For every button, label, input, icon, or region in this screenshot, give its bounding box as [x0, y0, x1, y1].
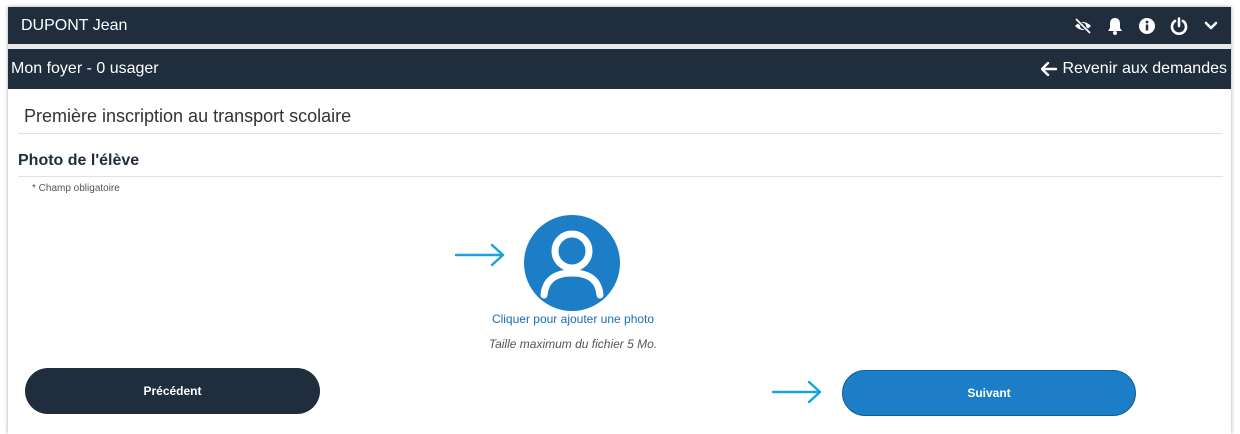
household-label: Mon foyer - 0 usager	[11, 60, 159, 77]
page-title: Première inscription au transport scolai…	[18, 106, 1223, 134]
section-title: Photo de l'élève	[18, 152, 1223, 177]
max-file-size: Taille maximum du fichier 5 Mo.	[488, 337, 658, 351]
eye-slash-icon[interactable]	[1073, 16, 1093, 36]
back-label: Revenir aux demandes	[1062, 60, 1227, 77]
top-bar: DUPONT Jean	[8, 7, 1231, 44]
previous-button[interactable]: Précédent	[25, 368, 320, 414]
next-button[interactable]: Suivant	[842, 370, 1136, 416]
arrow-right-icon	[771, 379, 823, 410]
user-name: DUPONT Jean	[21, 16, 128, 34]
required-note: * Champ obligatoire	[32, 183, 120, 194]
arrow-left-icon	[1041, 62, 1058, 76]
arrow-right-icon	[454, 242, 506, 273]
chevron-down-icon[interactable]	[1201, 16, 1221, 36]
top-bar-icons	[1073, 16, 1221, 36]
add-photo-link[interactable]: Cliquer pour ajouter une photo	[398, 312, 748, 326]
main-content: Première inscription au transport scolai…	[18, 89, 1223, 416]
photo-upload-avatar[interactable]	[524, 215, 620, 311]
app-frame: DUPONT Jean Mon foyer - 0 usager Revenir…	[8, 7, 1231, 434]
user-icon	[540, 230, 604, 299]
bell-icon[interactable]	[1105, 16, 1125, 36]
power-icon[interactable]	[1169, 16, 1189, 36]
back-to-requests-link[interactable]: Revenir aux demandes	[1041, 60, 1227, 78]
sub-bar: Mon foyer - 0 usager Revenir aux demande…	[8, 49, 1231, 89]
info-icon[interactable]	[1137, 16, 1157, 36]
